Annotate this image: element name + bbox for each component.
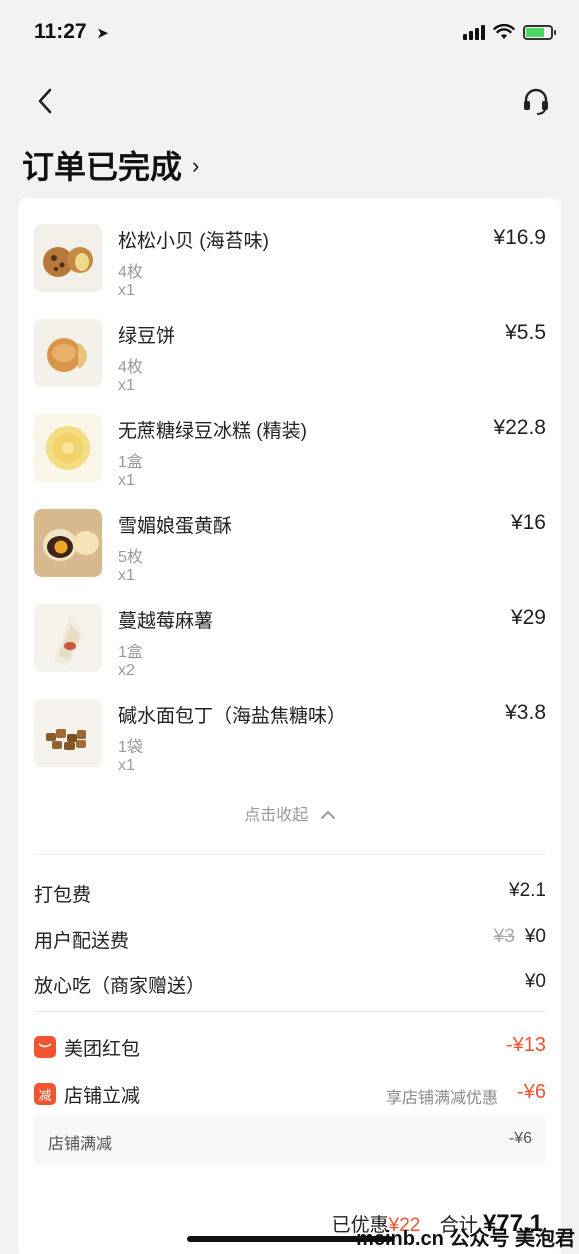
discount-label: 美团红包 bbox=[64, 1039, 141, 1060]
item-spec: 5枚 bbox=[118, 549, 143, 566]
back-button[interactable] bbox=[30, 84, 60, 118]
order-item[interactable]: 雪媚娘蛋黄酥 5枚 x1 ¥16 bbox=[34, 509, 546, 585]
divider bbox=[34, 854, 546, 855]
item-spec: 4枚 bbox=[118, 264, 143, 281]
product-image bbox=[34, 509, 102, 577]
red-packet-icon bbox=[34, 1036, 56, 1058]
order-item[interactable]: 绿豆饼 4枚 x1 ¥5.5 bbox=[34, 319, 546, 395]
fee-value: ¥0 bbox=[524, 926, 546, 947]
order-status-title[interactable]: 订单已完成 › bbox=[22, 142, 199, 188]
safe-eat-row: 放心吃（商家赠送） ¥0 bbox=[34, 971, 546, 1001]
shop-full-reduction-box: 店铺满减 -¥6 bbox=[34, 1115, 546, 1165]
divider bbox=[34, 1011, 546, 1012]
status-bar: 11:27 ➤ bbox=[0, 0, 579, 60]
fee-value: ¥0 bbox=[524, 971, 546, 992]
item-quantity: x1 bbox=[118, 472, 135, 489]
chevron-right-icon: › bbox=[192, 153, 200, 178]
signal-icon bbox=[463, 24, 485, 40]
sub-discount-value: -¥6 bbox=[508, 1130, 532, 1147]
item-quantity: x1 bbox=[118, 282, 135, 299]
shop-discount-row: 减 店铺立减 享店铺满减优惠 -¥6 bbox=[34, 1081, 546, 1111]
headset-icon bbox=[524, 88, 548, 115]
item-name: 碱水面包丁（海盐焦糖味） bbox=[118, 706, 347, 727]
discount-note: 享店铺满减优惠 bbox=[385, 1090, 498, 1107]
battery-icon bbox=[523, 24, 556, 40]
fee-label: 放心吃（商家赠送） bbox=[34, 976, 206, 997]
product-image bbox=[34, 414, 102, 482]
item-price: ¥29 bbox=[510, 606, 546, 629]
item-name: 蔓越莓麻薯 bbox=[118, 611, 214, 632]
item-price: ¥16.9 bbox=[493, 226, 546, 249]
discount-value: -¥13 bbox=[505, 1034, 546, 1056]
order-status-text: 订单已完成 bbox=[22, 149, 183, 185]
wifi-icon bbox=[493, 24, 515, 39]
product-image bbox=[34, 604, 102, 672]
status-icons bbox=[463, 24, 556, 40]
order-item[interactable]: 碱水面包丁（海盐焦糖味） 1袋 x1 ¥3.8 bbox=[34, 699, 546, 775]
time-text: 11:27 bbox=[34, 20, 87, 43]
packing-fee-row: 打包费 ¥2.1 bbox=[34, 880, 546, 910]
collapse-label: 点击收起 bbox=[244, 807, 309, 824]
item-price: ¥3.8 bbox=[505, 701, 546, 724]
item-price: ¥5.5 bbox=[505, 321, 546, 344]
fee-label: 用户配送费 bbox=[34, 931, 130, 952]
item-spec: 1盒 bbox=[118, 644, 143, 661]
item-spec: 1袋 bbox=[118, 739, 143, 756]
order-item[interactable]: 蔓越莓麻薯 1盒 x2 ¥29 bbox=[34, 604, 546, 680]
fee-label: 打包费 bbox=[34, 885, 92, 906]
original-fee: ¥3 bbox=[493, 926, 515, 947]
sub-discount-label: 店铺满减 bbox=[48, 1136, 113, 1153]
product-image bbox=[34, 224, 102, 292]
item-quantity: x1 bbox=[118, 757, 135, 774]
product-image bbox=[34, 319, 102, 387]
delivery-fee-row: 用户配送费 ¥3 ¥0 bbox=[34, 926, 546, 956]
fee-value: ¥2.1 bbox=[509, 880, 546, 901]
red-packet-row: 美团红包 -¥13 bbox=[34, 1034, 546, 1064]
item-spec: 4枚 bbox=[118, 359, 143, 376]
fee-value-group: ¥3 ¥0 bbox=[494, 926, 546, 948]
item-quantity: x2 bbox=[118, 662, 135, 679]
status-time: 11:27 ➤ bbox=[34, 20, 109, 44]
location-arrow-icon: ➤ bbox=[96, 25, 109, 42]
item-name: 无蔗糖绿豆冰糕 (精装) bbox=[118, 421, 307, 442]
collapse-items-button[interactable]: 点击收起 bbox=[18, 801, 561, 825]
back-chevron-icon bbox=[38, 88, 52, 114]
order-item[interactable]: 松松小贝 (海苔味) 4枚 x1 ¥16.9 bbox=[34, 224, 546, 300]
discount-value: -¥6 bbox=[517, 1081, 546, 1103]
item-name: 松松小贝 (海苔味) bbox=[118, 231, 269, 252]
order-item[interactable]: 无蔗糖绿豆冰糕 (精装) 1盒 x1 ¥22.8 bbox=[34, 414, 546, 490]
item-quantity: x1 bbox=[118, 567, 135, 584]
customer-service-button[interactable] bbox=[521, 86, 551, 116]
item-price: ¥22.8 bbox=[493, 416, 546, 439]
item-quantity: x1 bbox=[118, 377, 135, 394]
item-price: ¥16 bbox=[510, 511, 546, 534]
item-name: 雪媚娘蛋黄酥 bbox=[118, 516, 233, 537]
order-detail-card: 松松小贝 (海苔味) 4枚 x1 ¥16.9 绿豆饼 4枚 x1 ¥5.5 无蔗… bbox=[18, 198, 561, 1254]
item-spec: 1盒 bbox=[118, 454, 143, 471]
item-name: 绿豆饼 bbox=[118, 326, 176, 347]
discount-label: 店铺立减 bbox=[64, 1086, 141, 1107]
chevron-up-icon bbox=[320, 807, 335, 825]
watermark-text: meinb.cn 公众号 美泡君 bbox=[356, 1228, 575, 1250]
discount-badge-icon: 减 bbox=[34, 1083, 56, 1105]
product-image bbox=[34, 699, 102, 767]
